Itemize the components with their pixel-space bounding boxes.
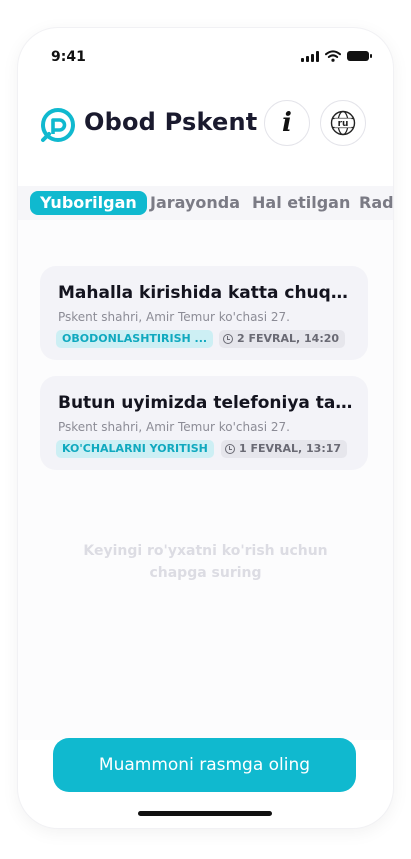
category-badge: KO'CHALARNI YORITISH (56, 440, 214, 458)
app-logo-icon (41, 108, 75, 142)
app-title: Obod Pskent (84, 108, 258, 136)
report-address: Pskent shahri, Amir Temur ko'chasi 27. (58, 310, 290, 324)
phone-frame: 9:41 Obod Pskent i ru Yuborilgan Jarayon… (18, 28, 393, 828)
capture-problem-button[interactable]: Muammoni rasmga oling (53, 738, 356, 792)
clock-icon (225, 444, 235, 454)
status-bar: 9:41 (18, 28, 393, 72)
globe-icon: ru (330, 110, 356, 136)
tab-yuborilgan[interactable]: Yuborilgan (30, 191, 147, 215)
tab-rad[interactable]: Rad (359, 191, 393, 215)
language-code: ru (338, 119, 349, 129)
clock-icon (223, 334, 233, 344)
info-icon: i (282, 108, 292, 138)
app-header: Obod Pskent i ru (18, 100, 393, 156)
status-time: 9:41 (51, 49, 86, 65)
battery-icon (347, 51, 372, 61)
category-badge: OBODONLASHTIRISH ... (56, 330, 214, 348)
status-tabs: Yuborilgan Jarayonda Hal etilgan Rad (18, 186, 393, 220)
language-button[interactable]: ru (320, 100, 366, 146)
report-title: Mahalla kirishida katta chuqur bor (58, 283, 358, 303)
report-address: Pskent shahri, Amir Temur ko'chasi 27. (58, 420, 290, 434)
date-badge: 2 FEVRAL, 14:20 (219, 330, 346, 348)
swipe-hint: Keyingi ro'yxatni ko'rish uchun chapga s… (83, 543, 328, 581)
date-badge: 1 FEVRAL, 13:17 (221, 440, 348, 458)
tab-jarayonda[interactable]: Jarayonda (150, 191, 240, 215)
tab-hal-etilgan[interactable]: Hal etilgan (252, 191, 350, 215)
report-date: 1 FEVRAL, 13:17 (239, 442, 342, 455)
report-list: Mahalla kirishida katta chuqur bor Psken… (18, 220, 393, 740)
report-card[interactable]: Butun uyimizda telefoniya tarmo... Psken… (40, 376, 368, 470)
report-card[interactable]: Mahalla kirishida katta chuqur bor Psken… (40, 266, 368, 360)
signal-icon (301, 50, 319, 62)
info-button[interactable]: i (264, 100, 310, 146)
home-indicator (138, 811, 272, 816)
report-date: 2 FEVRAL, 14:20 (237, 332, 340, 345)
wifi-icon (325, 50, 341, 62)
report-title: Butun uyimizda telefoniya tarmo... (58, 393, 358, 413)
status-icons (301, 50, 372, 62)
